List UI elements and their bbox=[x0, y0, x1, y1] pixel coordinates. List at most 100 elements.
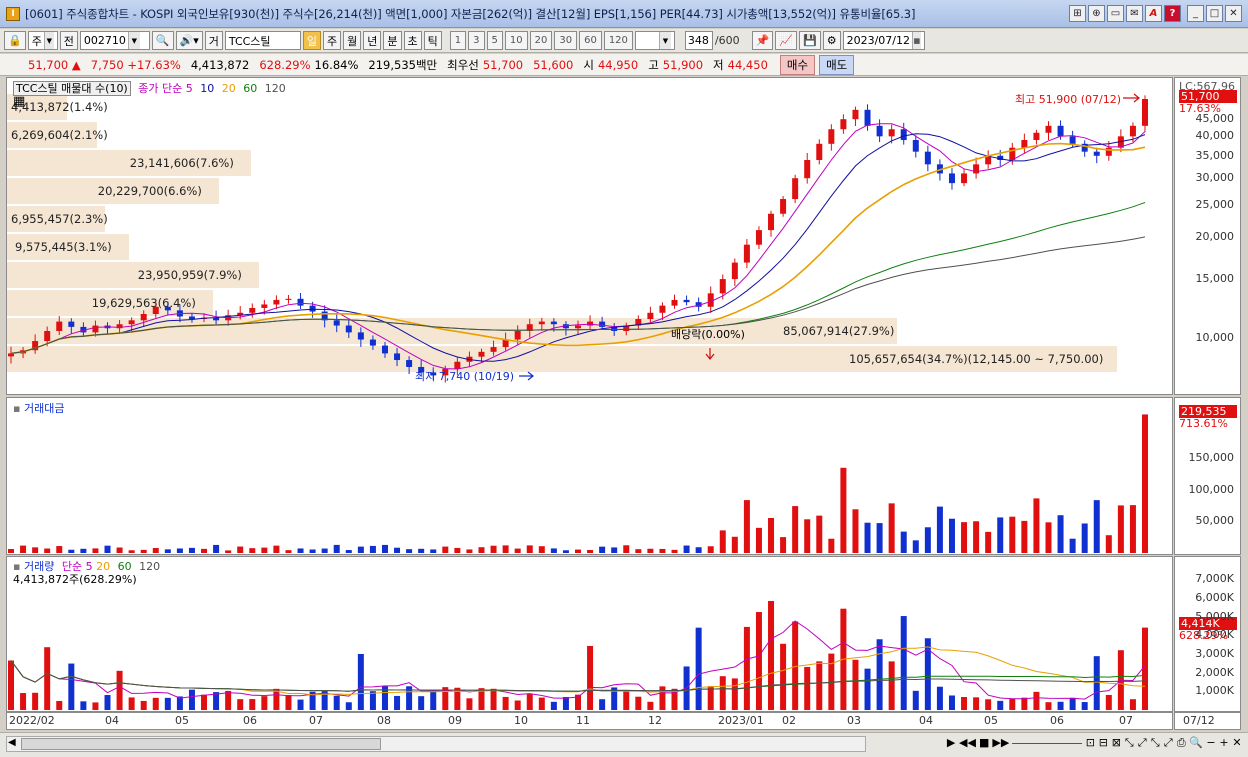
date-input[interactable]: 2023/07/12 ▦ bbox=[842, 31, 925, 50]
interval-120[interactable]: 120 bbox=[603, 31, 633, 50]
plus-icon[interactable]: + bbox=[1219, 736, 1229, 750]
interval-3[interactable]: 3 bbox=[468, 31, 485, 50]
tab-minute[interactable]: 분 bbox=[383, 31, 402, 50]
volume-bar bbox=[948, 695, 955, 710]
tab-year[interactable]: 년 bbox=[363, 31, 382, 50]
type-label[interactable]: 거 bbox=[204, 31, 223, 50]
interval-5[interactable]: 5 bbox=[486, 31, 503, 50]
minimize-button[interactable]: _ bbox=[1187, 5, 1204, 22]
magnify-icon[interactable]: 🔍 bbox=[1189, 736, 1203, 750]
count-input[interactable]: 348 bbox=[684, 31, 713, 50]
candle bbox=[1045, 125, 1052, 133]
tab-second[interactable]: 초 bbox=[403, 31, 422, 50]
amount-bar bbox=[611, 547, 618, 553]
volume-bar bbox=[635, 696, 642, 710]
buy-button[interactable]: 매수 bbox=[779, 54, 816, 75]
interval-20[interactable]: 20 bbox=[529, 31, 553, 50]
volume-bar bbox=[1081, 702, 1088, 710]
tab-day[interactable]: 일 bbox=[302, 31, 321, 50]
amount-bar bbox=[466, 549, 473, 553]
amount-bar bbox=[1105, 535, 1112, 553]
interval-60[interactable]: 60 bbox=[579, 31, 602, 50]
amount-bar bbox=[237, 546, 244, 553]
zoom-fit-icon[interactable]: ⊠ bbox=[1111, 736, 1121, 750]
x-tick-label: 04 bbox=[919, 714, 933, 727]
play-icon[interactable]: ▶ bbox=[946, 736, 956, 750]
interval-1[interactable]: 1 bbox=[449, 31, 467, 50]
amount-bar bbox=[1021, 520, 1028, 553]
candle bbox=[68, 321, 75, 327]
tab-tick[interactable]: 틱 bbox=[423, 31, 442, 50]
horizontal-scrollbar[interactable]: ◀ bbox=[6, 736, 866, 752]
alert-icon[interactable]: A bbox=[1145, 5, 1162, 22]
tab-month[interactable]: 월 bbox=[343, 31, 362, 50]
amount-bar bbox=[852, 509, 859, 553]
interval-10[interactable]: 10 bbox=[504, 31, 528, 50]
price-chart[interactable] bbox=[7, 78, 1172, 394]
amount-bar bbox=[68, 549, 75, 553]
speaker-icon[interactable]: 🔊▾ bbox=[175, 31, 203, 50]
candle bbox=[309, 305, 316, 312]
mail-icon[interactable]: ✉ bbox=[1126, 5, 1143, 22]
close-x-icon[interactable]: ✕ bbox=[1232, 736, 1242, 750]
gear-icon[interactable]: ⚙ bbox=[822, 31, 841, 50]
zoom-box-icon[interactable]: ⊡ bbox=[1085, 736, 1095, 750]
amount-chart[interactable] bbox=[7, 398, 1172, 554]
tool-d-icon[interactable]: ⤢ bbox=[1163, 736, 1173, 750]
save-icon[interactable]: 💾 bbox=[799, 31, 821, 50]
close-button[interactable]: ✕ bbox=[1225, 5, 1242, 22]
volume-bar bbox=[369, 691, 376, 710]
window-title: [0601] 주식종합차트 - KOSPI 외국인보유[930(천)] 주식수[… bbox=[25, 6, 916, 21]
interval-30[interactable]: 30 bbox=[554, 31, 578, 50]
calendar-icon[interactable]: ▦ bbox=[912, 32, 921, 49]
tool-a-icon[interactable]: ⤡ bbox=[1124, 736, 1134, 750]
amount-bar bbox=[116, 547, 123, 553]
tool-b-icon[interactable]: ⤢ bbox=[1137, 736, 1147, 750]
maximize-button[interactable]: □ bbox=[1206, 5, 1223, 22]
amount-chart-panel[interactable]: ▪ 거래대금 bbox=[6, 397, 1173, 555]
volume-chart[interactable] bbox=[7, 557, 1172, 711]
grid-icon[interactable]: ▦ bbox=[13, 94, 25, 109]
pin-icon[interactable]: 📌 bbox=[751, 31, 774, 50]
stock-name-field[interactable]: TCC스틸 bbox=[224, 31, 301, 50]
tab-week[interactable]: 주 bbox=[323, 31, 342, 50]
custom-interval[interactable]: ▼ bbox=[634, 31, 675, 50]
zoom-region-icon[interactable]: ⊟ bbox=[1098, 736, 1108, 750]
volume-bar bbox=[490, 688, 497, 710]
amount-bar bbox=[587, 549, 594, 553]
amount-bar bbox=[381, 544, 388, 553]
chart-icon[interactable]: 📈 bbox=[775, 31, 798, 50]
sell-button[interactable]: 매도 bbox=[819, 54, 855, 75]
candle bbox=[961, 173, 968, 184]
scroll-left-icon[interactable]: ◀ bbox=[8, 737, 16, 748]
amount-bar bbox=[56, 546, 63, 553]
minus-icon[interactable]: − bbox=[1206, 736, 1216, 750]
help-icon[interactable]: ? bbox=[1164, 5, 1181, 22]
volume-chart-panel[interactable]: ▪ 거래량 단순 5 20 60 120 4,413,872주(628.29%) bbox=[6, 556, 1173, 712]
search-icon[interactable]: 🔍 bbox=[151, 31, 174, 50]
print-icon[interactable]: ⎙ bbox=[1176, 736, 1186, 750]
candle bbox=[140, 314, 147, 321]
amount-bar bbox=[924, 527, 931, 553]
price-chart-panel[interactable]: 4,413,872(1.4%) 6,269,604(2.1%) 23,141,606… bbox=[6, 77, 1173, 395]
all-button[interactable]: 전 bbox=[59, 31, 78, 50]
code-input[interactable]: 002710 ▼ bbox=[79, 31, 150, 50]
x-axis-right: 07/12 bbox=[1174, 712, 1241, 730]
tool-c-icon[interactable]: ⤡ bbox=[1150, 736, 1160, 750]
zoom-slider[interactable] bbox=[1012, 736, 1083, 744]
link-icon[interactable]: ⊕ bbox=[1088, 5, 1105, 22]
period-select[interactable]: 주 ▼ bbox=[27, 31, 58, 50]
open-price: 44,950 bbox=[597, 57, 639, 72]
stop-icon[interactable]: ■ bbox=[979, 736, 989, 750]
lock-icon[interactable]: 🔒 bbox=[4, 31, 26, 50]
layout-icon[interactable]: ⊞ bbox=[1069, 5, 1086, 22]
step-back-icon[interactable]: ◀◀ bbox=[959, 736, 976, 750]
volume-bar bbox=[357, 653, 364, 710]
scroll-thumb[interactable] bbox=[21, 738, 381, 750]
step-forward-icon[interactable]: ▶▶ bbox=[992, 736, 1009, 750]
window-icon[interactable]: ▭ bbox=[1107, 5, 1124, 22]
app-icon: I bbox=[6, 6, 20, 21]
candle bbox=[647, 312, 654, 320]
amount-bar bbox=[1117, 505, 1124, 553]
legend-series[interactable]: TCC스틸 매물대 수(10) bbox=[13, 81, 131, 96]
